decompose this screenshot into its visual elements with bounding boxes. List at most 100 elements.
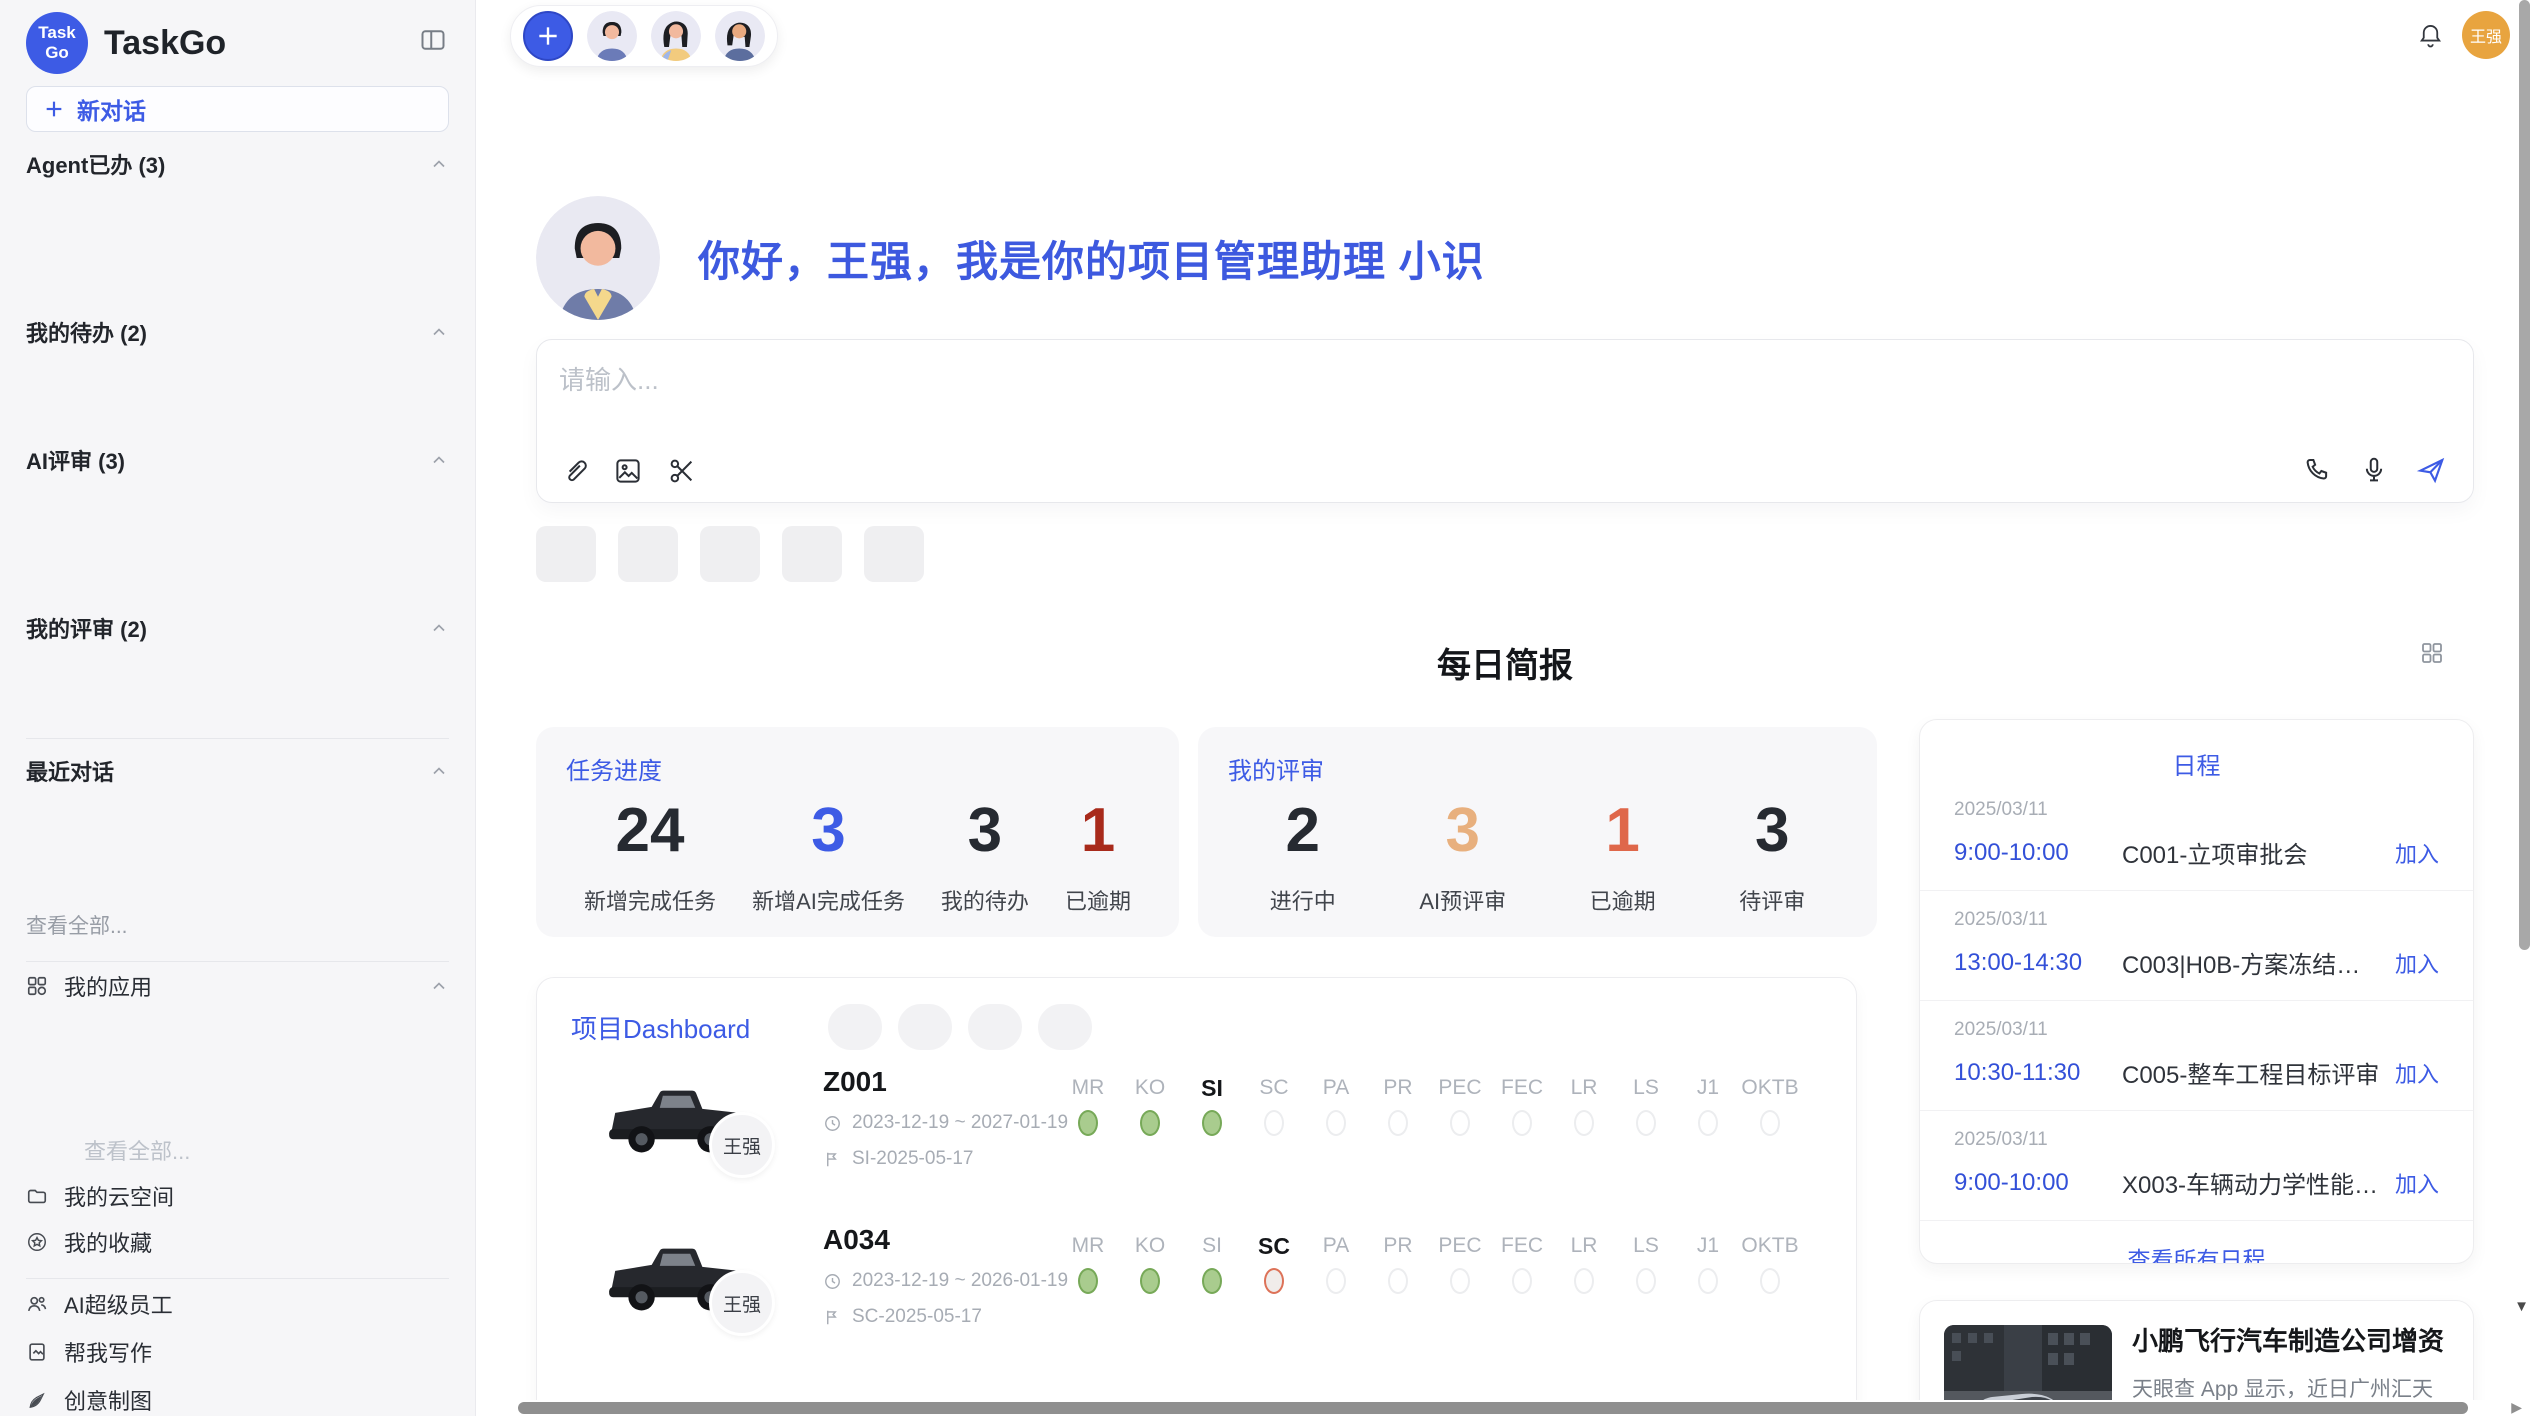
scroll-down-arrow[interactable]: ▼ xyxy=(2514,1298,2529,1315)
project-row[interactable]: 王强 Z001 2023-12-19 ~ 2027-01-19 SI-2025-… xyxy=(537,1050,1856,1208)
milestone-dot[interactable] xyxy=(1698,1268,1718,1294)
milestone-dot[interactable] xyxy=(1264,1110,1284,1136)
sidebar-item[interactable] xyxy=(26,388,449,428)
milestone-dot[interactable] xyxy=(1388,1268,1408,1294)
dashboard-tab[interactable] xyxy=(898,1004,952,1050)
sidebar-section-header[interactable]: AI评审 (3) xyxy=(26,444,449,476)
sidebar-item[interactable] xyxy=(26,220,449,260)
sidebar-item[interactable] xyxy=(26,556,449,596)
sidebar-item-ai-employee[interactable]: AI超级员工 xyxy=(26,1281,449,1327)
phone-icon[interactable] xyxy=(2303,455,2333,485)
sidebar-item[interactable] xyxy=(26,180,449,220)
chevron-up-icon[interactable] xyxy=(429,322,449,342)
recent-view-all-link[interactable]: 查看全部... xyxy=(26,907,449,947)
join-link[interactable]: 加入 xyxy=(2395,837,2439,869)
chat-input[interactable]: 请输入... xyxy=(559,360,659,397)
vertical-scrollbar-thumb[interactable] xyxy=(2519,0,2530,950)
sidebar-item-creative-draw[interactable]: 创意制图 xyxy=(26,1377,449,1416)
milestone-dot[interactable] xyxy=(1450,1268,1470,1294)
sidebar-item[interactable] xyxy=(26,644,449,684)
sidebar-item[interactable] xyxy=(26,516,449,556)
chevron-up-icon[interactable] xyxy=(429,618,449,638)
suggestion-chip[interactable] xyxy=(618,526,678,582)
sidebar-item-help-write[interactable]: 帮我写作 xyxy=(26,1329,449,1375)
join-link[interactable]: 加入 xyxy=(2395,1167,2439,1199)
recent-chat-item[interactable] xyxy=(26,867,449,907)
milestone-dot[interactable] xyxy=(1574,1110,1594,1136)
milestone-dot[interactable] xyxy=(1450,1110,1470,1136)
agent-avatar-3[interactable] xyxy=(715,11,765,61)
sidebar-item-my-apps[interactable]: 我的应用 xyxy=(26,964,449,1008)
join-link[interactable]: 加入 xyxy=(2395,947,2439,979)
sidebar-item[interactable] xyxy=(26,684,449,724)
milestone-dot[interactable] xyxy=(1202,1110,1222,1136)
sidebar-item-cloud-space[interactable]: 我的云空间 xyxy=(26,1174,449,1218)
chevron-up-icon[interactable] xyxy=(429,976,449,996)
send-icon[interactable] xyxy=(2415,454,2447,486)
sidebar-item[interactable] xyxy=(26,476,449,516)
join-link[interactable]: 加入 xyxy=(2395,1057,2439,1089)
milestone-dot[interactable] xyxy=(1512,1110,1532,1136)
milestone-dot[interactable] xyxy=(1698,1110,1718,1136)
milestone-dot[interactable] xyxy=(1078,1110,1098,1136)
microphone-icon[interactable] xyxy=(2359,455,2389,485)
scroll-right-arrow[interactable]: ▶ xyxy=(2511,1399,2522,1416)
scissors-icon[interactable] xyxy=(667,456,697,486)
milestone-dot[interactable] xyxy=(1264,1268,1284,1294)
milestone-dot[interactable] xyxy=(1202,1268,1222,1294)
milestone-dot[interactable] xyxy=(1760,1268,1780,1294)
attachment-icon[interactable] xyxy=(559,456,589,486)
sidebar-section-header[interactable]: 我的评审 (2) xyxy=(26,612,449,644)
project-row[interactable]: 王强 A034 2023-12-19 ~ 2026-01-19 SC-2025-… xyxy=(537,1208,1856,1366)
dashboard-tab[interactable] xyxy=(1038,1004,1092,1050)
milestone-dot[interactable] xyxy=(1078,1268,1098,1294)
suggestion-chip[interactable] xyxy=(782,526,842,582)
dashboard-tab[interactable] xyxy=(828,1004,882,1050)
recent-chats-header[interactable]: 最近对话 xyxy=(26,755,449,787)
chevron-up-icon[interactable] xyxy=(429,761,449,781)
view-all-schedule-link[interactable]: 查看所有日程 xyxy=(1920,1241,2473,1264)
app-item[interactable] xyxy=(26,1090,449,1131)
suggestion-chip[interactable] xyxy=(864,526,924,582)
chevron-up-icon[interactable] xyxy=(429,450,449,470)
suggestion-chip[interactable] xyxy=(536,526,596,582)
new-chat-button[interactable]: 新对话 xyxy=(26,86,449,132)
stat: 3 AI预评审 xyxy=(1419,796,1506,916)
app-item[interactable] xyxy=(26,1008,449,1049)
dashboard-tab[interactable] xyxy=(968,1004,1022,1050)
sidebar-item[interactable] xyxy=(26,260,449,300)
milestone-dot[interactable] xyxy=(1140,1268,1160,1294)
recent-chat-item[interactable] xyxy=(26,787,449,827)
agent-avatar-1[interactable] xyxy=(587,11,637,61)
milestone-dot[interactable] xyxy=(1636,1268,1656,1294)
milestone-dot[interactable] xyxy=(1140,1110,1160,1136)
app-item[interactable] xyxy=(26,1049,449,1090)
agent-avatar-2[interactable] xyxy=(651,11,701,61)
horizontal-scrollbar-thumb[interactable] xyxy=(518,1402,2468,1414)
sidebar-item[interactable] xyxy=(26,348,449,388)
project-dashboard-card: 项目Dashboard 王强 Z001 xyxy=(536,977,1857,1416)
chevron-up-icon[interactable] xyxy=(429,154,449,174)
sidebar-section-header[interactable]: Agent已办 (3) xyxy=(26,148,449,180)
suggestion-chip[interactable] xyxy=(700,526,760,582)
sidebar-collapse-icon[interactable] xyxy=(419,26,447,59)
sidebar-item-favorites[interactable]: 我的收藏 xyxy=(26,1220,449,1264)
notification-bell-icon[interactable] xyxy=(2417,22,2444,54)
milestone-dot-row xyxy=(1119,1104,1181,1142)
milestone-dot[interactable] xyxy=(1326,1268,1346,1294)
sidebar-section-header[interactable]: 我的待办 (2) xyxy=(26,316,449,348)
layout-grid-icon[interactable] xyxy=(2420,641,2444,670)
apps-view-all-link[interactable]: 查看全部... xyxy=(26,1131,449,1172)
dashboard-header: 项目Dashboard xyxy=(537,978,1856,1050)
milestone-dot[interactable] xyxy=(1636,1110,1656,1136)
image-icon[interactable] xyxy=(613,456,643,486)
milestone-dot[interactable] xyxy=(1512,1268,1532,1294)
news-card[interactable]: 小鹏飞行汽车制造公司增资 天眼查 App 显示，近日广州汇天飞行汽 xyxy=(1919,1300,2474,1416)
milestone-dot[interactable] xyxy=(1326,1110,1346,1136)
add-agent-button[interactable] xyxy=(523,11,573,61)
milestone-dot[interactable] xyxy=(1388,1110,1408,1136)
milestone-dot[interactable] xyxy=(1574,1268,1594,1294)
recent-chat-item[interactable] xyxy=(26,827,449,867)
user-avatar[interactable]: 王强 xyxy=(2462,11,2510,59)
milestone-dot[interactable] xyxy=(1760,1110,1780,1136)
